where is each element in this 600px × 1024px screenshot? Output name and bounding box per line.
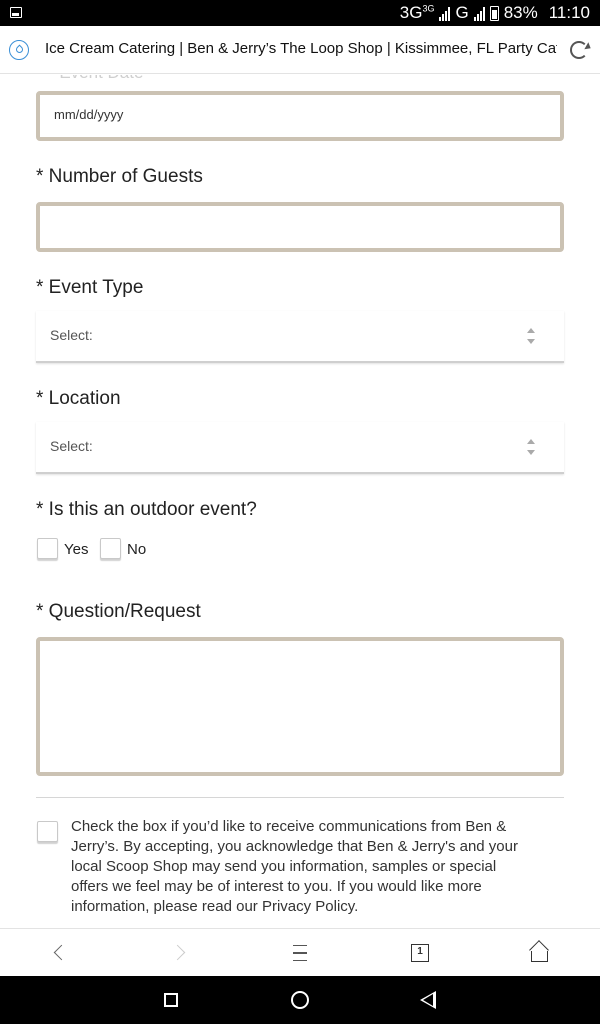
home-circle-icon[interactable] [291,991,309,1009]
battery-level: 83% [503,3,538,22]
outdoor-no-label[interactable]: No [127,541,146,558]
consent-text: Check the box if you’d like to receive c… [71,818,518,915]
battery-icon [489,5,499,21]
outdoor-yes-checkbox[interactable] [37,538,58,559]
question-label: * Question/Request [36,601,201,622]
tabs-icon[interactable]: 1 [390,929,450,977]
home-icon[interactable] [510,929,570,977]
outdoor-yes-label[interactable]: Yes [64,541,88,558]
outdoor-label: * Is this an outdoor event? [36,499,257,520]
event-type-selected: Select: [50,327,93,343]
consent-checkbox[interactable] [37,821,58,842]
system-navigation-bar [0,976,600,1024]
guests-input[interactable] [36,202,564,252]
event-date-input[interactable]: mm/dd/yyyy [36,91,564,141]
event-type-select[interactable]: Select: [36,311,564,363]
back-triangle-icon[interactable] [420,991,436,1009]
browser-toolbar: 1 [0,928,600,976]
network-type-small: 3G [422,3,435,14]
outdoor-no-checkbox[interactable] [100,538,121,559]
reload-icon[interactable] [570,41,588,59]
page-title[interactable]: Ice Cream Catering | Ben & Jerry’s The L… [45,40,557,57]
browser-address-bar[interactable]: Ice Cream Catering | Ben & Jerry’s The L… [0,26,600,74]
status-indicators: 3G3G G 83% 11:10 [400,0,590,26]
back-arrow-icon[interactable] [30,929,90,977]
guests-label: * Number of Guests [36,166,203,187]
site-info-icon[interactable] [9,40,29,60]
location-label: * Location [36,388,121,409]
recent-apps-icon[interactable] [164,993,178,1007]
network-g: G [455,3,469,22]
location-select[interactable]: Select: [36,422,564,474]
event-type-label: * Event Type [36,277,144,298]
forward-arrow-icon[interactable] [150,929,210,977]
select-arrows-icon [527,328,536,344]
question-textarea[interactable] [36,637,564,776]
signal-icon [439,5,451,21]
clock: 11:10 [548,3,590,22]
event-date-label: * Event Date [48,75,143,83]
location-selected: Select: [50,438,93,454]
image-notification-icon [10,7,22,18]
signal-icon-2 [473,5,485,21]
network-type: 3G3G [399,3,435,22]
menu-icon[interactable] [270,929,330,977]
tab-count: 1 [411,944,429,962]
status-bar: 3G3G G 83% 11:10 [0,0,600,26]
event-date-placeholder: mm/dd/yyyy [54,107,124,122]
divider [36,797,564,798]
page-content: * Event Date mm/dd/yyyy * Number of Gues… [0,75,600,928]
select-arrows-icon [527,439,536,455]
